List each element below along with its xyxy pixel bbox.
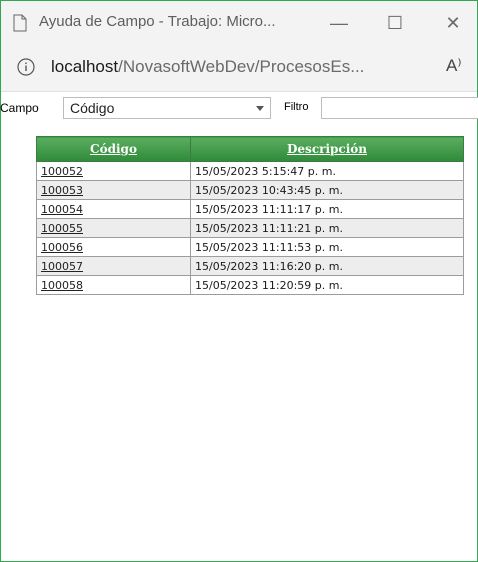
campo-label: Campo [0, 101, 39, 115]
row-code-link[interactable]: 100054 [36, 199, 191, 219]
maximize-icon: ☐ [386, 12, 404, 33]
chevron-down-icon [256, 106, 264, 111]
maximize-button[interactable]: ☐ [373, 7, 417, 39]
row-code-link[interactable]: 100058 [36, 275, 191, 295]
info-icon[interactable] [17, 58, 35, 76]
address-bar[interactable]: localhost/NovasoftWebDev/ProcesosEs... A… [1, 45, 477, 92]
popup-window: Ayuda de Campo - Trabajo: Micro... — ☐ ✕… [0, 0, 478, 562]
table-row[interactable]: 100053 15/05/2023 10:43:45 p. m. [36, 180, 464, 200]
close-button[interactable]: ✕ [431, 7, 475, 39]
table-row[interactable]: 100055 15/05/2023 11:11:21 p. m. [36, 218, 464, 238]
table-row[interactable]: 100052 15/05/2023 5:15:47 p. m. [36, 161, 464, 181]
page-icon [13, 14, 27, 32]
campo-selected-value: Código [70, 100, 115, 116]
table-row[interactable]: 100056 15/05/2023 11:11:53 p. m. [36, 237, 464, 257]
minimize-button[interactable]: — [317, 7, 361, 39]
url-text[interactable]: localhost/NovasoftWebDev/ProcesosEs... [51, 57, 364, 77]
filtro-label: Filtro [284, 101, 309, 113]
window-title: Ayuda de Campo - Trabajo: Micro... [39, 13, 276, 30]
row-code-link[interactable]: 100055 [36, 218, 191, 238]
title-bar: Ayuda de Campo - Trabajo: Micro... — ☐ ✕ [1, 1, 477, 45]
close-icon: ✕ [445, 12, 461, 33]
row-code-link[interactable]: 100053 [36, 180, 191, 200]
row-code-link[interactable]: 100052 [36, 161, 191, 181]
minimize-icon: — [330, 12, 348, 33]
results-table: Código Descripción 100052 15/05/2023 5:15… [36, 136, 464, 295]
url-path: /NovasoftWebDev/ProcesosEs... [118, 57, 365, 76]
row-description: 15/05/2023 11:11:17 p. m. [190, 199, 464, 219]
row-description: 15/05/2023 11:11:53 p. m. [190, 237, 464, 257]
read-aloud-icon[interactable]: A⁾ [446, 56, 462, 76]
url-host: localhost [51, 57, 119, 76]
table-header-row: Código Descripción [36, 136, 464, 162]
filtro-input[interactable] [321, 97, 478, 119]
row-code-link[interactable]: 100056 [36, 237, 191, 257]
header-codigo[interactable]: Código [36, 136, 191, 162]
table-row[interactable]: 100058 15/05/2023 11:20:59 p. m. [36, 275, 464, 295]
header-descripcion[interactable]: Descripción [190, 136, 464, 162]
row-description: 15/05/2023 11:16:20 p. m. [190, 256, 464, 276]
table-row[interactable]: 100057 15/05/2023 11:16:20 p. m. [36, 256, 464, 276]
filter-bar: Campo Código Filtro [0, 94, 478, 126]
row-description: 15/05/2023 11:20:59 p. m. [190, 275, 464, 295]
row-description: 15/05/2023 11:11:21 p. m. [190, 218, 464, 238]
row-description: 15/05/2023 10:43:45 p. m. [190, 180, 464, 200]
row-code-link[interactable]: 100057 [36, 256, 191, 276]
row-description: 15/05/2023 5:15:47 p. m. [190, 161, 464, 181]
table-row[interactable]: 100054 15/05/2023 11:11:17 p. m. [36, 199, 464, 219]
campo-select[interactable]: Código [63, 97, 271, 119]
